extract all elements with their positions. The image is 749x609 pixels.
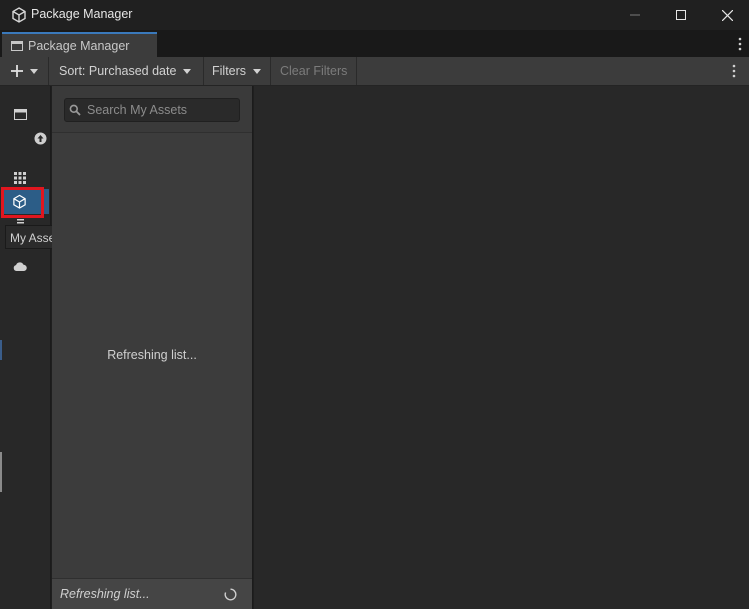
filters-label: Filters [212,64,247,78]
tab-package-manager[interactable]: Package Manager [2,32,157,57]
search-area [52,86,252,133]
maximize-icon [676,10,686,20]
add-package-button[interactable] [0,57,49,85]
clear-filters-label: Clear Filters [280,64,348,78]
sort-dropdown[interactable]: Sort: Purchased date [49,57,204,85]
filters-dropdown[interactable]: Filters [204,57,271,85]
sidebar-item-updates[interactable] [30,129,50,147]
tab-bar: Package Manager [0,30,749,57]
sidebar [0,86,51,609]
arrow-up-circle-icon [34,132,46,144]
refreshing-message: Refreshing list... [107,348,197,362]
selection-highlight [1,187,44,218]
chevron-down-icon [253,68,262,74]
status-text: Refreshing list... [60,587,150,601]
loading-spinner-icon [224,588,237,601]
search-icon [69,104,81,116]
unity-cube-icon [12,7,26,23]
close-button[interactable] [704,0,749,30]
sort-label: Sort: Purchased date [59,64,177,78]
package-details-pane [254,86,749,609]
title-bar: Package Manager [0,0,749,30]
search-box[interactable] [64,98,240,122]
status-bar: Refreshing list... [52,578,252,609]
chevron-down-icon [183,68,192,74]
close-icon [721,9,733,21]
sidebar-item-unity-registry[interactable] [8,169,32,187]
search-input[interactable] [87,101,237,119]
more-options-icon[interactable] [737,37,743,51]
maximize-button[interactable] [658,0,704,30]
clear-filters-button[interactable]: Clear Filters [271,57,357,85]
chevron-down-icon [30,68,38,74]
window-title: Package Manager [31,7,133,21]
background-window-edge [0,340,2,500]
tab-label: Package Manager [28,39,130,53]
more-options-icon[interactable] [731,64,737,78]
package-list-pane: Refreshing list... Refreshing list... [52,86,253,609]
grid-icon [14,172,26,184]
minimize-button[interactable] [612,0,658,30]
cloud-icon [13,261,27,271]
toolbar: Sort: Purchased date Filters Clear Filte… [0,57,749,86]
window-icon [11,41,23,51]
minimize-icon [630,14,640,16]
sidebar-item-services[interactable] [8,257,32,275]
sidebar-item-in-project[interactable] [8,105,32,123]
plus-icon [11,65,23,77]
window-icon [13,108,27,120]
